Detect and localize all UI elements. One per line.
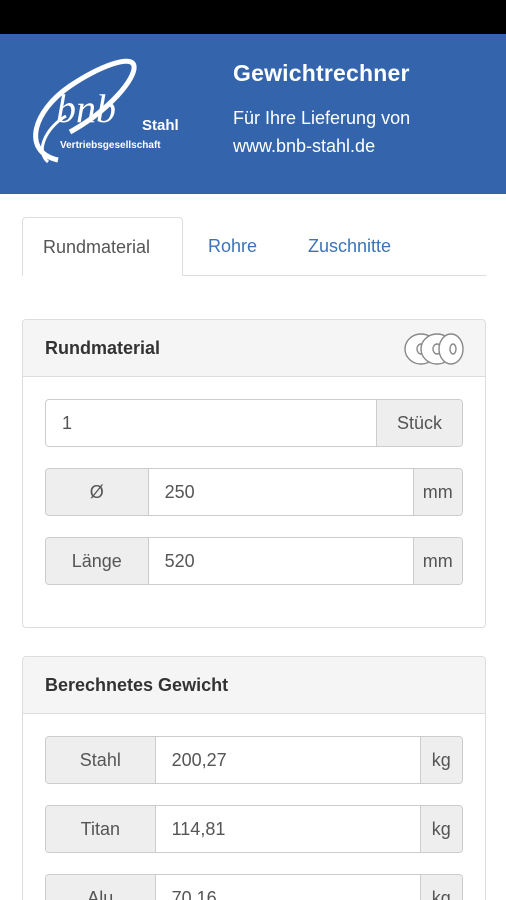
- quantity-input[interactable]: [46, 400, 376, 446]
- input-panel-header: Rundmaterial: [23, 320, 485, 377]
- input-panel-title: Rundmaterial: [45, 338, 161, 358]
- input-panel: Rundmaterial Stück Ø mm Länge mm: [22, 319, 486, 628]
- result-label: Stahl: [46, 737, 156, 783]
- length-label: Länge: [46, 538, 149, 584]
- app-header: bnb Stahl Vertriebsgesellschaft Gewichtr…: [0, 34, 506, 194]
- tab-rundmaterial[interactable]: Rundmaterial: [22, 217, 183, 276]
- status-bar: [0, 0, 506, 34]
- website-link[interactable]: www.bnb-stahl.de: [233, 132, 410, 160]
- app-subtitle: Für Ihre Lieferung von www.bnb-stahl.de: [233, 104, 410, 160]
- result-panel-header: Berechnetes Gewicht: [23, 657, 485, 714]
- bnb-stahl-logo: bnb Stahl Vertriebsgesellschaft: [33, 58, 179, 164]
- result-value: [155, 737, 420, 783]
- result-row-stahl: Stahl kg: [45, 736, 463, 784]
- tab-zuschnitte[interactable]: Zuschnitte: [288, 217, 411, 276]
- result-label: Alu: [46, 875, 156, 900]
- diameter-label: Ø: [46, 469, 149, 515]
- length-unit: mm: [412, 538, 462, 584]
- result-unit: kg: [419, 737, 462, 783]
- subtitle-line: Für Ihre Lieferung von: [233, 108, 411, 128]
- svg-text:Stahl: Stahl: [142, 117, 179, 134]
- result-value: [155, 806, 420, 852]
- result-panel-title: Berechnetes Gewicht: [45, 675, 229, 695]
- quantity-unit: Stück: [376, 400, 462, 446]
- result-value: [155, 875, 420, 900]
- result-row-titan: Titan kg: [45, 805, 463, 853]
- result-label: Titan: [46, 806, 156, 852]
- svg-text:Vertriebsgesellschaft: Vertriebsgesellschaft: [60, 140, 161, 151]
- tab-rohre[interactable]: Rohre: [188, 217, 277, 276]
- diameter-row: Ø mm: [45, 468, 463, 516]
- result-unit: kg: [419, 875, 462, 900]
- material-tabs: Rundmaterial Rohre Zuschnitte: [22, 217, 486, 276]
- quantity-row: Stück: [45, 399, 463, 447]
- length-input[interactable]: [148, 538, 413, 584]
- result-unit: kg: [419, 806, 462, 852]
- result-row-alu: Alu kg: [45, 874, 463, 900]
- length-row: Länge mm: [45, 537, 463, 585]
- svg-text:bnb: bnb: [56, 86, 116, 131]
- result-panel: Berechnetes Gewicht Stahl kg Titan kg Al…: [22, 656, 486, 900]
- diameter-unit: mm: [412, 469, 462, 515]
- diameter-input[interactable]: [148, 469, 413, 515]
- app-title: Gewichtrechner: [233, 60, 410, 86]
- round-bar-icon: [404, 333, 464, 365]
